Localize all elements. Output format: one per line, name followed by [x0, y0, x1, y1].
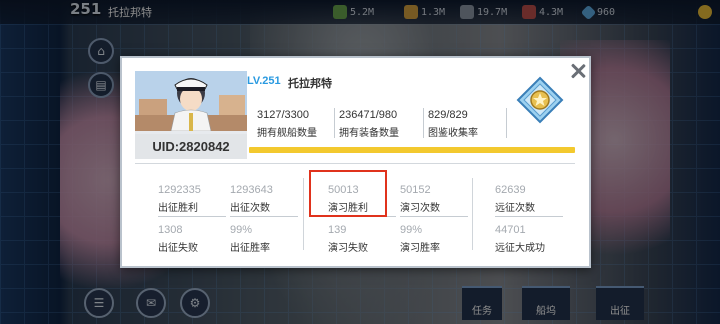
exercise-rate-stat: 99% 演习胜率	[400, 224, 468, 256]
ship-count-value: 3127/3300	[257, 109, 309, 121]
column-divider	[472, 178, 473, 250]
sortie-wins-value: 1292335	[158, 184, 201, 196]
expedition-great-stat: 44701 远征大成功	[495, 224, 563, 256]
exercise-losses-stat: 139 演习失败	[328, 224, 396, 256]
ship-count-stat: 3127/3300 拥有舰船数量	[257, 109, 317, 139]
captain-portrait	[135, 71, 247, 131]
divider	[423, 108, 424, 138]
uid-label: UID:2820842	[135, 134, 247, 159]
collection-rate-stat: 829/829 图鉴收集率	[428, 109, 478, 139]
column-divider	[303, 178, 304, 250]
sortie-rate-value: 99%	[230, 224, 253, 236]
medal-badge[interactable]	[516, 76, 564, 124]
medal-icon	[516, 76, 564, 124]
expedition-count-value: 62639	[495, 184, 526, 196]
divider	[506, 108, 507, 138]
experience-bar	[249, 147, 575, 153]
sortie-count-label: 出征次数	[230, 199, 298, 217]
expedition-count-stat: 62639 远征次数	[495, 184, 563, 217]
sortie-rate-label: 出征胜率	[230, 243, 270, 254]
sortie-rate-stat: 99% 出征胜率	[230, 224, 298, 256]
exercise-count-value: 50152	[400, 184, 431, 196]
avatar[interactable]	[135, 71, 247, 131]
equipment-count-label: 拥有装备数量	[339, 128, 399, 139]
exercise-rate-label: 演习胜率	[400, 243, 440, 254]
sortie-losses-value: 1308	[158, 224, 183, 236]
close-button[interactable]	[570, 63, 586, 79]
exercise-rate-value: 99%	[400, 224, 423, 236]
exercise-count-label: 演习次数	[400, 199, 468, 217]
highlight-box	[309, 170, 387, 217]
section-divider	[135, 163, 575, 164]
player-name: 托拉邦特	[288, 77, 332, 90]
sortie-wins-stat: 1292335 出征胜利	[158, 184, 226, 217]
profile-dialog: UID:2820842 LV.251 托拉邦特 3127/3300 拥有舰船数量…	[120, 56, 591, 268]
exercise-losses-label: 演习失败	[328, 243, 368, 254]
collection-rate-value: 829/829	[428, 109, 468, 121]
expedition-great-label: 远征大成功	[495, 243, 545, 254]
equipment-count-stat: 236471/980 拥有装备数量	[339, 109, 399, 139]
exercise-count-stat: 50152 演习次数	[400, 184, 468, 217]
ship-count-label: 拥有舰船数量	[257, 128, 317, 139]
sortie-count-value: 1293643	[230, 184, 273, 196]
expedition-count-label: 远征次数	[495, 199, 563, 217]
collection-rate-label: 图鉴收集率	[428, 128, 478, 139]
exercise-losses-value: 139	[328, 224, 347, 236]
equipment-count-value: 236471/980	[339, 109, 398, 121]
player-level: LV.251	[247, 75, 281, 87]
sortie-losses-label: 出征失败	[158, 243, 198, 254]
sortie-wins-label: 出征胜利	[158, 199, 226, 217]
sortie-count-stat: 1293643 出征次数	[230, 184, 298, 217]
expedition-great-value: 44701	[495, 224, 526, 236]
divider	[334, 108, 335, 138]
sortie-losses-stat: 1308 出征失败	[158, 224, 226, 256]
avatar-card: UID:2820842	[135, 71, 247, 159]
